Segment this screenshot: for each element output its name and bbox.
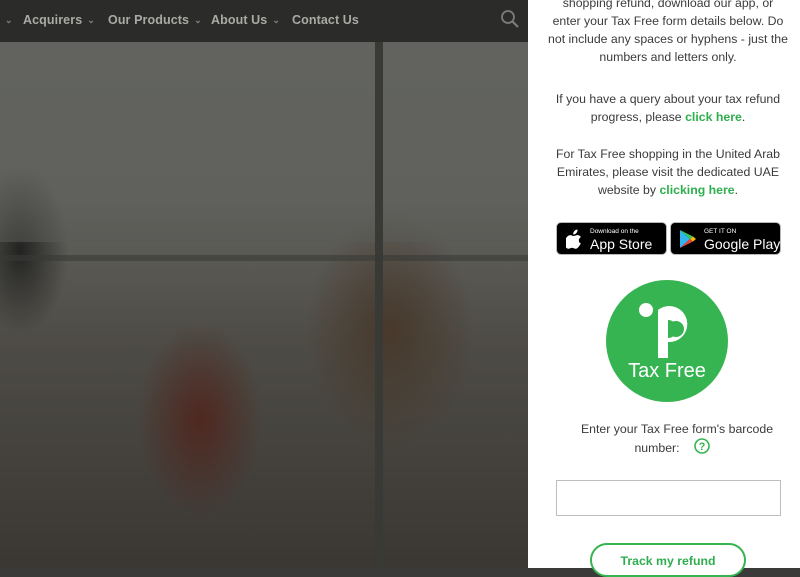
google-play-button[interactable]: GET IT ON Google Play — [670, 222, 781, 255]
help-icon[interactable]: ? — [694, 438, 710, 454]
chevron-down-icon: ⌄ — [272, 15, 281, 25]
nav-dropdown-partial[interactable]: ⌄ — [0, 13, 13, 27]
nav-item-our-products[interactable]: Our Products ⌄ — [108, 13, 202, 27]
nav-item-acquirers[interactable]: Acquirers ⌄ — [23, 13, 95, 27]
uae-link[interactable]: clicking here — [659, 183, 734, 197]
logo-text: Tax Free — [628, 360, 706, 382]
query-link[interactable]: click here — [685, 110, 742, 124]
barcode-input[interactable] — [556, 480, 781, 516]
barcode-label: Enter your Tax Free form's barcode numbe… — [580, 422, 774, 455]
query-text: If you have a query about your tax refun… — [555, 92, 781, 124]
svg-text:?: ? — [699, 441, 706, 453]
hero-overlay — [0, 0, 528, 568]
tax-free-logo: Tax Free — [606, 280, 728, 402]
chevron-down-icon: ⌄ — [194, 15, 202, 25]
apple-icon — [566, 229, 581, 249]
intro-text: shopping refund, download our app, or en… — [548, 0, 788, 64]
hero-image — [0, 0, 528, 568]
search-icon[interactable] — [500, 9, 520, 29]
tax-refund-panel: shopping refund, download our app, or en… — [528, 0, 800, 577]
app-store-button[interactable]: Download on the App Store — [556, 222, 667, 255]
chevron-down-icon: ⌄ — [87, 15, 95, 25]
track-refund-button[interactable]: Track my refund — [590, 543, 746, 577]
uae-text: For Tax Free shopping in the United Arab… — [556, 147, 780, 197]
planet-logo-icon — [639, 303, 688, 358]
top-navigation: ⌄ Acquirers ⌄ Our Products ⌄ About Us ⌄ Con… — [0, 0, 528, 42]
nav-item-contact-us[interactable]: Contact Us — [292, 13, 359, 27]
nav-item-about-us[interactable]: About Us ⌄ — [211, 13, 280, 27]
google-play-icon — [680, 230, 696, 248]
